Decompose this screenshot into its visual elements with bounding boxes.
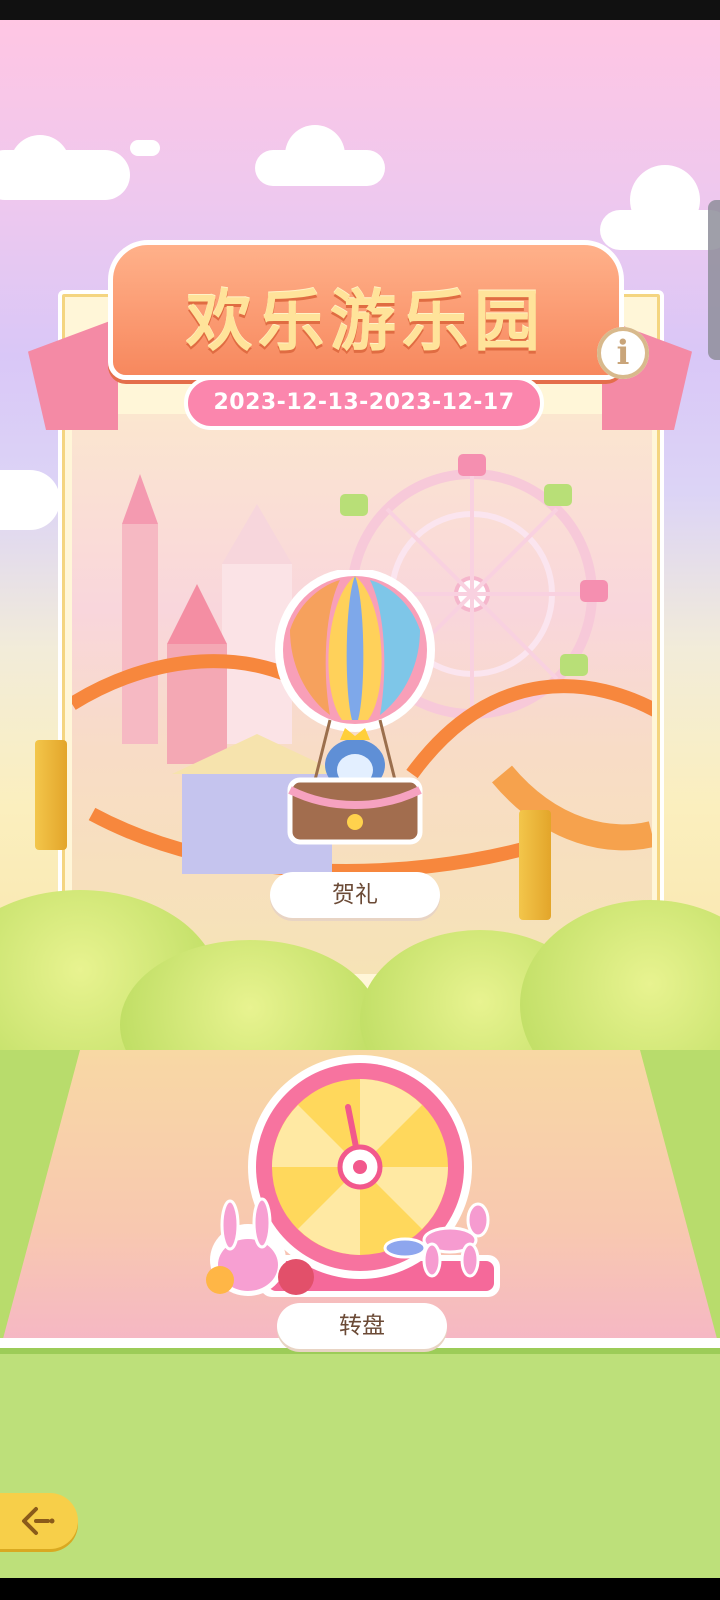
scroll-indicator[interactable] <box>708 200 720 360</box>
cloud-decoration <box>285 125 345 185</box>
hot-air-balloon-penguin-icon <box>275 568 435 845</box>
gift-attraction[interactable] <box>270 568 440 850</box>
bush-decoration <box>0 890 720 1110</box>
cloud-decoration <box>10 135 70 195</box>
cloud-decoration <box>630 165 700 235</box>
info-button[interactable]: i <box>597 327 649 379</box>
navigation-bar <box>0 1578 720 1600</box>
back-arrow-icon <box>22 1507 55 1535</box>
castle-illustration <box>122 474 292 764</box>
cloud-decoration <box>130 140 160 156</box>
amusement-park-screen: 贺礼 欢乐游乐园 2023-12-13-2023-12-17 i 转盘 <box>0 0 720 1600</box>
event-date-range: 2023-12-13-2023-12-17 <box>184 376 544 430</box>
wheel-attraction[interactable] <box>200 1055 510 1335</box>
cloud-decoration <box>0 470 60 530</box>
page-title: 欢乐游乐园 <box>186 283 546 360</box>
pillar-decoration <box>35 740 67 850</box>
prize-wheel-icon <box>206 1055 500 1297</box>
status-bar <box>0 0 720 20</box>
lawn <box>0 1348 720 1586</box>
back-button[interactable] <box>0 1493 78 1549</box>
wheel-label[interactable]: 转盘 <box>277 1303 447 1349</box>
